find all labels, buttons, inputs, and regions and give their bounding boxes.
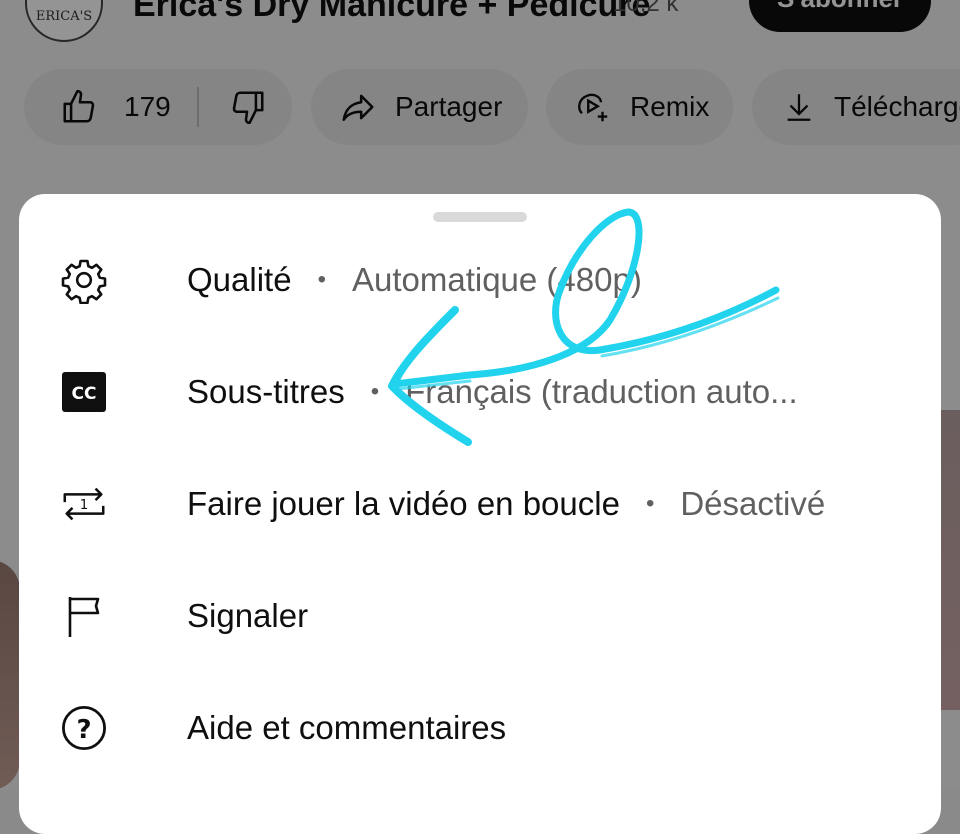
svg-text:CC: CC: [72, 384, 97, 404]
menu-row-report: Signaler: [187, 597, 308, 635]
menu-item-help[interactable]: ? Aide et commentaires: [19, 672, 941, 784]
menu-item-loop[interactable]: 1 Faire jouer la vidéo en boucle • Désac…: [19, 448, 941, 560]
menu-item-quality[interactable]: Qualité • Automatique (480p): [19, 224, 941, 336]
menu-row-captions: Sous-titres • Français (traduction auto.…: [187, 373, 798, 411]
loop-icon: 1: [59, 479, 109, 529]
menu-label: Sous-titres: [187, 373, 345, 410]
separator-dot: •: [370, 378, 380, 405]
menu-label: Qualité: [187, 261, 292, 298]
menu-label: Signaler: [187, 597, 309, 634]
captions-value: Français (traduction auto...: [405, 373, 798, 410]
menu-item-report[interactable]: Signaler: [19, 560, 941, 672]
gear-icon: [59, 255, 109, 305]
loop-value: Désactivé: [680, 485, 826, 522]
settings-bottom-sheet: Qualité • Automatique (480p) CC Sous-tit…: [19, 194, 941, 834]
svg-text:?: ?: [76, 715, 91, 745]
menu-row-quality: Qualité • Automatique (480p): [187, 261, 642, 299]
menu-row-help: Aide et commentaires: [187, 709, 506, 747]
menu-row-loop: Faire jouer la vidéo en boucle • Désacti…: [187, 485, 825, 523]
drag-handle[interactable]: [433, 212, 527, 222]
help-icon: ?: [59, 703, 109, 753]
svg-text:1: 1: [80, 498, 89, 513]
cc-icon: CC: [59, 367, 109, 417]
menu-item-captions[interactable]: CC Sous-titres • Français (traduction au…: [19, 336, 941, 448]
menu-label: Faire jouer la vidéo en boucle: [187, 485, 620, 522]
separator-dot: •: [317, 266, 326, 293]
quality-value: Automatique (480p): [351, 261, 642, 298]
menu-label: Aide et commentaires: [187, 709, 507, 746]
separator-dot: •: [645, 490, 655, 517]
flag-icon: [59, 591, 109, 641]
